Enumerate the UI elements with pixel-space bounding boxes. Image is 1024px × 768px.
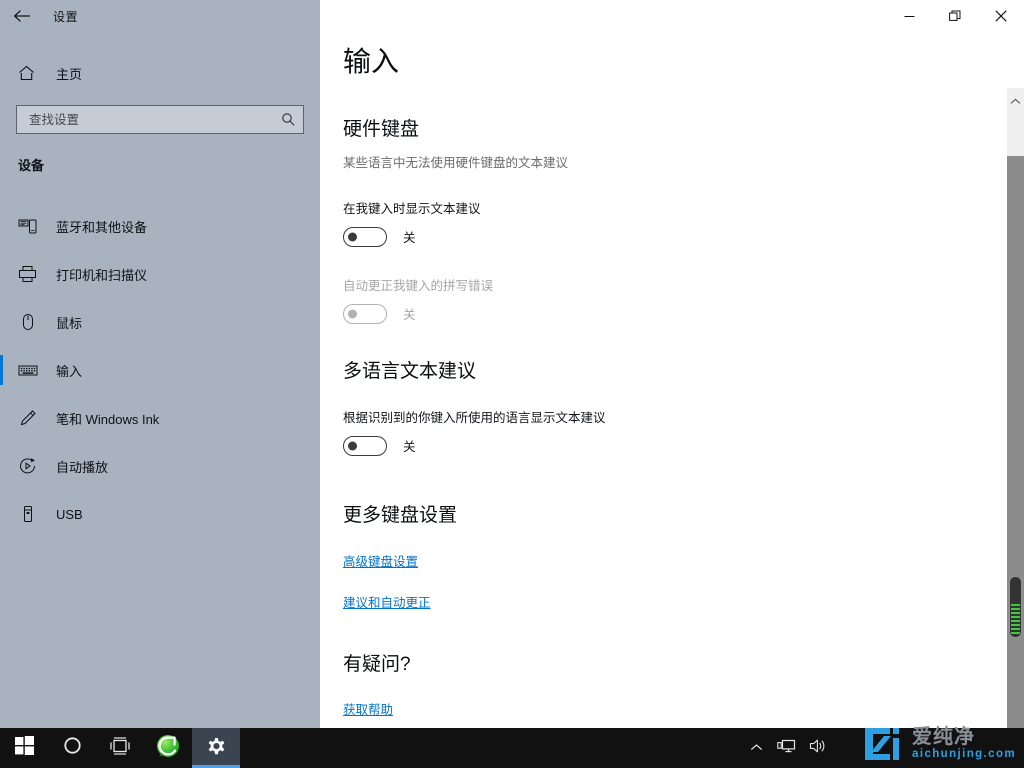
autocorrect-row: 关 bbox=[343, 303, 1000, 324]
sidebar-item-label: 自动播放 bbox=[56, 459, 109, 475]
cortana-button[interactable] bbox=[48, 728, 96, 768]
multilingual-row: 关 bbox=[343, 435, 1000, 456]
settings-window: 主页 设备 bbox=[0, 0, 1024, 728]
settings-content: 输入 硬件键盘 某些语言中无法使用硬件键盘的文本建议 在我键入时显示文本建议 关… bbox=[320, 0, 1024, 728]
autocorrect-label: 自动更正我键入的拼写错误 bbox=[343, 278, 494, 293]
aichunjing-logo-icon bbox=[860, 724, 904, 764]
settings-sidebar: 主页 设备 bbox=[0, 0, 320, 728]
volume-button[interactable] bbox=[802, 728, 834, 768]
app-title: 设置 bbox=[53, 9, 79, 24]
sidebar-item-label: 蓝牙和其他设备 bbox=[56, 219, 148, 235]
sidebar-item-usb[interactable]: USB bbox=[0, 490, 320, 538]
sidebar-item-printers[interactable]: 打印机和扫描仪 bbox=[0, 250, 320, 298]
content-inner: 输入 硬件键盘 某些语言中无法使用硬件键盘的文本建议 在我键入时显示文本建议 关… bbox=[320, 0, 1000, 728]
sidebar-item-label: USB bbox=[56, 506, 83, 522]
usb-icon bbox=[18, 505, 40, 523]
autocorrect-state: 关 bbox=[403, 308, 416, 323]
mouse-icon bbox=[18, 313, 40, 331]
search-box[interactable] bbox=[16, 105, 304, 134]
gear-icon bbox=[205, 735, 227, 762]
titlebar-left: 设置 bbox=[0, 0, 320, 32]
keyboard-icon bbox=[18, 361, 40, 379]
show-suggestions-state: 关 bbox=[403, 231, 416, 246]
sidebar-home-label: 主页 bbox=[56, 66, 83, 82]
hardware-keyboard-heading: 硬件键盘 bbox=[343, 119, 420, 140]
window-titlebar: 设置 bbox=[0, 0, 1024, 32]
cortana-circle-icon bbox=[63, 736, 82, 760]
watermark-domain: aichunjing.com bbox=[912, 748, 1016, 761]
home-icon bbox=[18, 65, 40, 81]
settings-button[interactable] bbox=[192, 728, 240, 768]
caption-buttons bbox=[886, 0, 1024, 32]
speaker-icon bbox=[809, 738, 828, 759]
sidebar-item-autoplay[interactable]: 自动播放 bbox=[0, 442, 320, 490]
browser-360-icon bbox=[155, 733, 181, 764]
task-view-icon bbox=[109, 736, 131, 760]
sidebar-item-mouse[interactable]: 鼠标 bbox=[0, 298, 320, 346]
chevron-up-icon bbox=[750, 739, 763, 757]
sidebar-category-label: 设备 bbox=[18, 158, 45, 173]
link-advanced-keyboard-settings[interactable]: 高级键盘设置 bbox=[343, 551, 418, 570]
multilingual-label: 根据识别到的你键入所使用的语言显示文本建议 bbox=[343, 410, 606, 425]
page-title: 输入 bbox=[343, 46, 400, 77]
show-hidden-icons-button[interactable] bbox=[742, 728, 770, 768]
minimize-icon[interactable] bbox=[886, 0, 932, 32]
link-suggestions-autocorrect[interactable]: 建议和自动更正 bbox=[343, 592, 431, 611]
network-monitor-icon bbox=[776, 738, 796, 759]
back-arrow-icon[interactable] bbox=[0, 0, 45, 32]
multilingual-state: 关 bbox=[403, 440, 416, 455]
sidebar-item-typing[interactable]: 输入 bbox=[0, 346, 320, 394]
autoplay-icon bbox=[18, 457, 40, 475]
sidebar-item-home[interactable]: 主页 bbox=[0, 58, 320, 88]
content-scrollbar[interactable] bbox=[1007, 0, 1024, 728]
sidebar-item-pen-windows-ink[interactable]: 笔和 Windows Ink bbox=[0, 394, 320, 442]
printer-icon bbox=[18, 265, 40, 283]
hardware-keyboard-description: 某些语言中无法使用硬件键盘的文本建议 bbox=[343, 155, 569, 170]
chevron-up-icon[interactable] bbox=[1007, 92, 1024, 110]
browser-button[interactable] bbox=[144, 728, 192, 768]
toggle-knob bbox=[348, 232, 357, 242]
autocorrect-toggle bbox=[343, 303, 387, 324]
sidebar-item-bluetooth[interactable]: 蓝牙和其他设备 bbox=[0, 202, 320, 250]
multilingual-toggle[interactable] bbox=[343, 435, 387, 456]
close-icon[interactable] bbox=[978, 0, 1024, 32]
restore-icon[interactable] bbox=[932, 0, 978, 32]
start-button[interactable] bbox=[0, 728, 48, 768]
scrollbar-thumb-grip bbox=[1011, 604, 1020, 634]
toggle-knob bbox=[348, 441, 357, 451]
scrollbar-track[interactable] bbox=[1007, 156, 1024, 728]
search-input[interactable] bbox=[17, 106, 273, 133]
screen: 主页 设备 bbox=[0, 0, 1024, 768]
sidebar-item-label: 鼠标 bbox=[56, 315, 83, 331]
bluetooth-devices-icon bbox=[18, 217, 40, 235]
sidebar-item-label: 输入 bbox=[56, 363, 83, 379]
system-tray bbox=[742, 728, 834, 768]
pen-icon bbox=[18, 409, 40, 427]
show-suggestions-row: 关 bbox=[343, 226, 1000, 247]
network-button[interactable] bbox=[770, 728, 802, 768]
questions-heading: 有疑问? bbox=[343, 653, 411, 675]
scrollbar-thumb[interactable] bbox=[1009, 576, 1022, 638]
link-get-help[interactable]: 获取帮助 bbox=[343, 699, 393, 718]
watermark-chinese: 爱纯净 bbox=[912, 726, 976, 749]
show-suggestions-toggle[interactable] bbox=[343, 226, 387, 247]
sidebar-item-label: 笔和 Windows Ink bbox=[56, 411, 160, 427]
more-keyboard-settings-heading: 更多键盘设置 bbox=[343, 504, 458, 526]
show-suggestions-label: 在我键入时显示文本建议 bbox=[343, 201, 481, 216]
watermark-text: 爱纯净 aichunjing.com bbox=[912, 727, 1016, 761]
sidebar-nav-list: 蓝牙和其他设备 打印机和扫描仪 鼠标 输入 笔和 Windows Ink 自动播… bbox=[0, 202, 320, 538]
multilingual-heading: 多语言文本建议 bbox=[343, 360, 477, 382]
search-icon[interactable] bbox=[273, 106, 303, 133]
toggle-knob bbox=[348, 309, 357, 319]
windows-logo-icon bbox=[14, 736, 34, 760]
task-view-button[interactable] bbox=[96, 728, 144, 768]
sidebar-item-label: 打印机和扫描仪 bbox=[56, 267, 148, 283]
watermark: 爱纯净 aichunjing.com bbox=[860, 722, 1016, 766]
